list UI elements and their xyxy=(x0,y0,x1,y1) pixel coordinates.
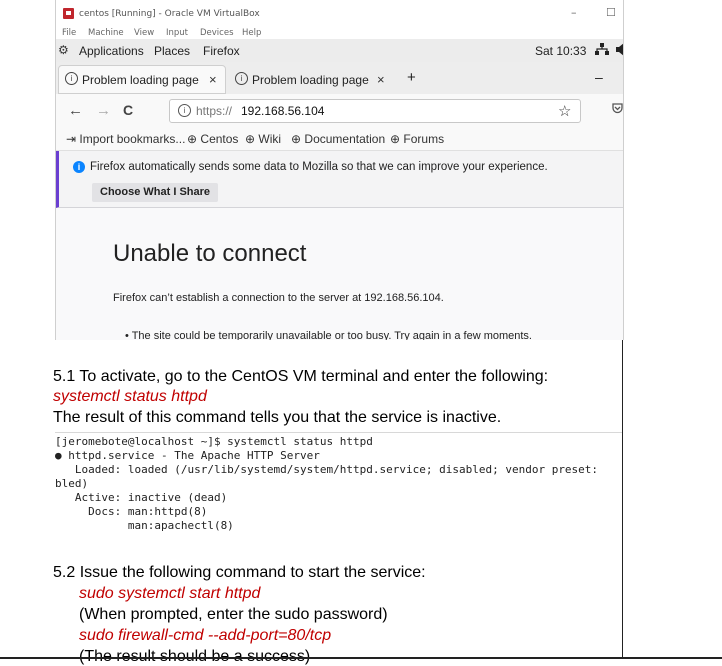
globe-icon: ⊕ xyxy=(390,132,401,146)
minimize-button[interactable]: – xyxy=(571,6,577,19)
places-menu[interactable]: Places xyxy=(154,44,190,58)
tab-problem-loading-2[interactable]: i Problem loading page × xyxy=(228,65,396,94)
terminal-line: [jeromebote@localhost ~]$ systemctl stat… xyxy=(55,435,373,448)
info-badge-icon: i xyxy=(73,161,85,173)
clock[interactable]: Sat 10:33 xyxy=(535,44,586,58)
url-scheme: https:// xyxy=(196,104,233,118)
tab-overflow-button[interactable]: – xyxy=(595,69,603,85)
maximize-button[interactable]: ☐ xyxy=(606,6,616,19)
firefox-menu[interactable]: Firefox xyxy=(203,44,240,58)
new-tab-button[interactable]: + xyxy=(407,69,416,86)
terminal-line: ● httpd.service - The Apache HTTP Server xyxy=(55,449,320,462)
menu-input[interactable]: Input xyxy=(166,28,188,38)
tab-label: Problem loading page xyxy=(82,73,199,87)
info-icon: i xyxy=(65,72,78,85)
command-systemctl-start: sudo systemctl start httpd xyxy=(79,585,261,602)
url-host: 192.168.56.104 xyxy=(241,104,325,118)
tab-label: Problem loading page xyxy=(252,73,369,87)
terminal-line: Active: inactive (dead) xyxy=(55,491,228,504)
menu-devices[interactable]: Devices xyxy=(200,28,234,38)
virtualbox-logo-icon xyxy=(63,8,74,19)
bookmark-star-icon[interactable]: ☆ xyxy=(558,102,571,120)
data-collection-notice: i Firefox automatically sends some data … xyxy=(56,151,623,208)
globe-icon: ⊕ xyxy=(245,132,256,146)
info-icon: i xyxy=(235,72,248,85)
globe-icon: ⊕ xyxy=(187,132,198,146)
screenshot-border xyxy=(622,340,623,658)
error-bullet: • The site could be temporarily unavaila… xyxy=(125,330,532,340)
step-5-1: 5.1 To activate, go to the CentOS VM ter… xyxy=(53,368,549,385)
terminal-line: man:apachectl(8) xyxy=(55,519,234,532)
virtualbox-window: centos [Running] - Oracle VM VirtualBox … xyxy=(55,0,624,340)
terminal-output: [jeromebote@localhost ~]$ systemctl stat… xyxy=(55,432,622,537)
bookmark-forums[interactable]: ⊕ Forums xyxy=(390,132,444,146)
menu-view[interactable]: View xyxy=(134,28,154,38)
choose-what-i-share-button[interactable]: Choose What I Share xyxy=(92,183,219,202)
close-tab-icon[interactable]: × xyxy=(377,72,385,87)
url-bar[interactable]: i https:// 192.168.56.104 ☆ xyxy=(169,99,581,123)
command-systemctl-status: systemctl status httpd xyxy=(53,388,207,405)
terminal-line: Loaded: loaded (/usr/lib/systemd/system/… xyxy=(55,463,599,476)
terminal-line: bled) xyxy=(55,477,89,490)
pocket-icon[interactable] xyxy=(612,103,623,118)
menu-machine[interactable]: Machine xyxy=(88,28,124,38)
globe-icon: ⊕ xyxy=(291,132,302,146)
import-bookmarks-item[interactable]: ⇥ Import bookmarks... xyxy=(66,132,185,146)
close-tab-icon[interactable]: × xyxy=(209,72,217,87)
vbox-titlebar: centos [Running] - Oracle VM VirtualBox … xyxy=(56,0,623,26)
command-firewall-cmd: sudo firewall-cmd --add-port=80/tcp xyxy=(79,627,332,644)
tab-problem-loading-1[interactable]: i Problem loading page × xyxy=(58,65,226,94)
sudo-prompt-note: (When prompted, enter the sudo password) xyxy=(79,606,388,623)
menu-file[interactable]: File xyxy=(62,28,76,38)
firefox-navbar: ← → C i https:// 192.168.56.104 ☆ xyxy=(56,94,623,128)
step-5-2: 5.2 Issue the following command to start… xyxy=(53,564,426,581)
bookmark-centos[interactable]: ⊕ Centos xyxy=(187,132,238,146)
bookmarks-toolbar: ⇥ Import bookmarks... ⊕ Centos ⊕ Wiki ⊕ … xyxy=(56,128,623,151)
site-info-icon[interactable]: i xyxy=(178,104,191,117)
menu-help[interactable]: Help xyxy=(242,28,261,38)
volume-icon[interactable] xyxy=(616,43,623,59)
bookmark-wiki[interactable]: ⊕ Wiki xyxy=(245,132,281,146)
gnome-top-bar: ⚙ Applications Places Firefox Sat 10:33 xyxy=(56,39,623,62)
applications-menu[interactable]: Applications xyxy=(79,44,144,58)
result-text: The result of this command tells you tha… xyxy=(53,409,502,426)
error-title: Unable to connect xyxy=(113,240,307,267)
notice-message: Firefox automatically sends some data to… xyxy=(90,161,548,173)
vbox-menubar: File Machine View Input Devices Help xyxy=(56,26,623,39)
error-description: Firefox can’t establish a connection to … xyxy=(113,292,444,304)
applications-icon: ⚙ xyxy=(58,43,69,57)
import-icon: ⇥ xyxy=(66,132,77,146)
reload-button[interactable]: C xyxy=(123,102,133,118)
firefox-tabbar: i Problem loading page × i Problem loadi… xyxy=(56,62,623,94)
vbox-window-title: centos [Running] - Oracle VM VirtualBox xyxy=(79,9,260,19)
error-page: Unable to connect Firefox can’t establis… xyxy=(56,208,623,340)
bookmark-documentation[interactable]: ⊕ Documentation xyxy=(291,132,385,146)
back-button[interactable]: ← xyxy=(68,102,83,119)
terminal-line: Docs: man:httpd(8) xyxy=(55,505,208,518)
network-icon[interactable] xyxy=(595,43,609,59)
forward-button[interactable]: → xyxy=(96,102,111,119)
